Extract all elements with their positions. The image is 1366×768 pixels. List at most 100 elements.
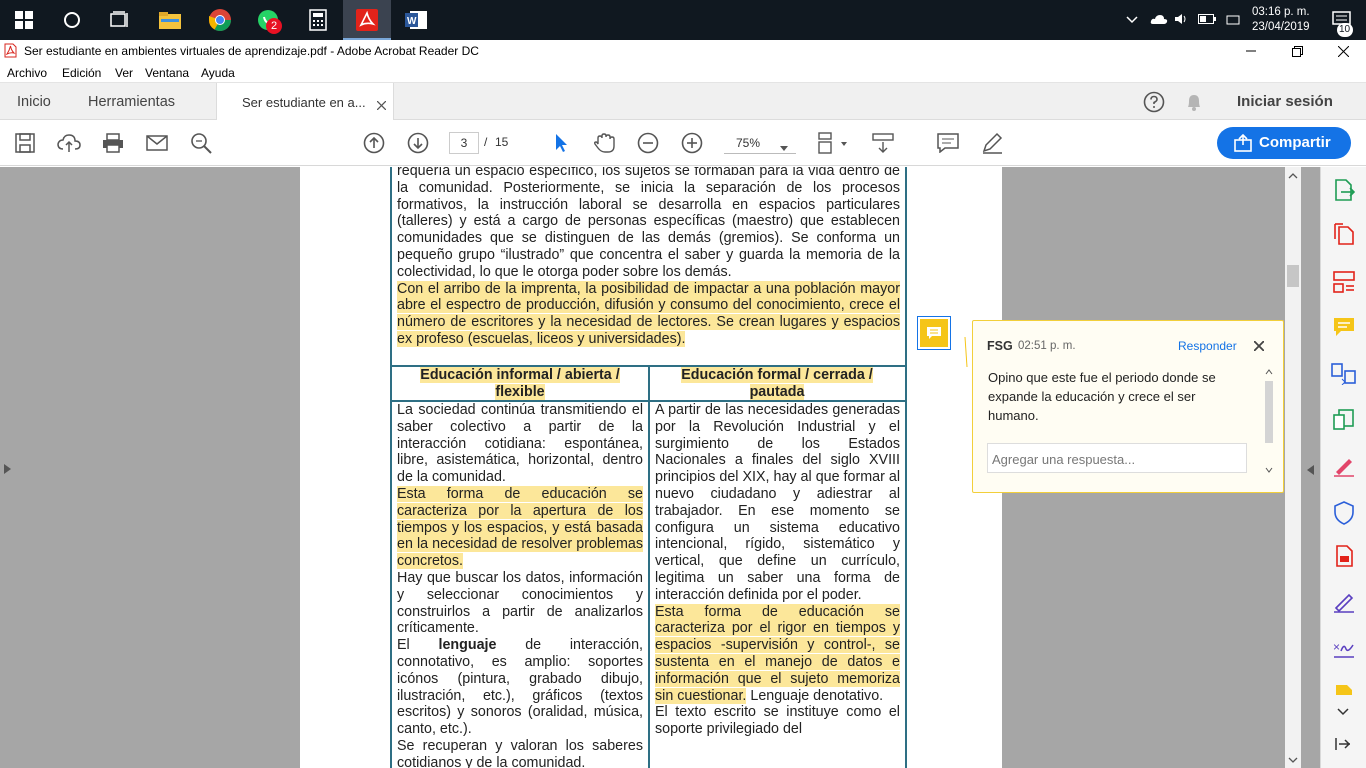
whatsapp-icon[interactable]: 2 [244,0,292,40]
comment-scrollbar[interactable] [1265,369,1273,479]
main-toolbar: 3 / 15 75% Compartir [0,120,1366,166]
send-pdf-icon[interactable] [1333,545,1355,572]
reply-placeholder: Agregar una respuesta... [992,452,1136,467]
windows-start-icon[interactable] [0,0,48,40]
col1-body: La sociedad continúa transmitiendo el sa… [397,402,643,768]
page-number-input[interactable]: 3 [449,132,479,154]
calculator-icon[interactable] [294,0,342,40]
cloud-upload-icon[interactable] [56,120,82,166]
menu-ver[interactable]: Ver [115,66,133,80]
reply-input[interactable]: Agregar una respuesta... [987,443,1247,473]
organize-pages-icon[interactable] [1333,409,1355,436]
notifications-bell-icon[interactable] [1185,92,1203,117]
left-pane-toggle-icon[interactable] [4,461,11,479]
tools-pane: × [1320,167,1366,768]
create-pdf-icon[interactable] [1333,223,1355,250]
col2-paragraph-2-tail: Lenguaje denotativo. [746,687,884,704]
reply-link[interactable]: Responder [1178,339,1237,353]
menu-bar: Archivo Edición Ver Ventana Ayuda [0,62,1366,82]
tab-document[interactable]: Ser estudiante en a... [216,83,394,121]
chevron-down-icon [780,140,788,154]
menu-ventana[interactable]: Ventana [145,66,189,80]
clock-time: 03:16 p. m. [1252,6,1310,18]
tab-inicio[interactable]: Inicio [17,94,51,110]
sign-icon[interactable] [1333,591,1355,618]
intro-paragraph-1: requería un espacio específico, los suje… [397,167,900,280]
close-tab-icon[interactable] [376,97,387,115]
volume-icon[interactable] [1174,12,1194,29]
onedrive-icon[interactable] [1150,13,1170,28]
whatsapp-badge: 2 [266,18,282,34]
col2-header: Educación formal / cerrada / pautada [657,367,897,401]
file-explorer-icon[interactable] [146,0,194,40]
col1-paragraph-2-highlight: Esta forma de educación se caracteriza p… [397,485,643,570]
next-page-icon[interactable] [406,120,430,166]
tab-herramientas[interactable]: Herramientas [88,94,175,110]
expand-pane-icon[interactable] [1335,737,1351,756]
print-icon[interactable] [100,120,126,166]
send-for-signature-icon[interactable]: × [1333,637,1355,664]
comment-bubble-icon [920,319,948,347]
protect-icon[interactable] [1333,501,1355,530]
close-window-button[interactable] [1328,40,1358,62]
acrobat-taskbar-icon[interactable] [343,0,391,40]
tools-scroll-down-icon[interactable] [1337,703,1349,721]
vertical-scrollbar[interactable] [1285,167,1301,768]
tab-bar: Inicio Herramientas Ser estudiante en a.… [0,82,1366,121]
select-cursor-icon[interactable] [550,120,572,166]
page-separator: / [484,135,488,149]
zoom-out-icon[interactable] [636,120,660,166]
col1-paragraph-4-bold: lenguaje [438,637,497,654]
help-icon[interactable] [1143,91,1165,118]
scroll-thumb[interactable] [1287,265,1299,287]
restore-button[interactable] [1282,40,1312,62]
svg-text:W: W [407,16,417,27]
menu-archivo[interactable]: Archivo [7,66,47,80]
word-icon[interactable]: W [392,0,440,40]
notification-center-icon[interactable]: 10 [1331,5,1356,37]
menu-ayuda[interactable]: Ayuda [201,66,235,80]
comment-author: FSG [987,339,1013,353]
sticky-note-annotation[interactable] [917,316,951,350]
search-circle-icon[interactable] [48,0,96,40]
intro-text: requería un espacio específico, los suje… [397,167,900,348]
col1-paragraph-3: Hay que buscar los datos, información y … [397,569,643,637]
col2-paragraph-1: A partir de las necesidades generadas po… [655,402,900,603]
zoom-select[interactable]: 75% [724,132,796,154]
comment-pane-icon[interactable] [1333,317,1355,342]
edit-pdf-icon[interactable] [1333,271,1355,298]
comment-tool-icon[interactable] [935,120,961,166]
right-pane-collapse-icon[interactable] [1307,462,1314,480]
fill-sign-icon[interactable] [1333,455,1355,482]
svg-text:×: × [1333,640,1340,654]
minimize-button[interactable] [1236,40,1266,62]
zoom-in-icon[interactable] [680,120,704,166]
comment-scroll-thumb[interactable] [1265,381,1273,443]
task-view-icon[interactable] [96,0,144,40]
page-fit-icon[interactable] [814,120,848,166]
chrome-icon[interactable] [196,0,244,40]
export-pdf-icon[interactable] [1333,179,1356,206]
search-text-icon[interactable] [188,120,214,166]
acrobat-app-icon [4,43,17,61]
hand-tool-icon[interactable] [591,120,617,166]
email-icon[interactable] [144,120,170,166]
combine-files-icon[interactable] [1331,363,1357,390]
col1-paragraph-4a: El [397,637,439,654]
total-pages: 15 [495,135,509,149]
signin-button[interactable]: Iniciar sesión [1237,93,1333,110]
col1-header: Educación informal / abierta / flexible [400,367,640,401]
share-button[interactable]: Compartir [1217,127,1351,159]
taskbar: 2 W 03:16 p. m. 23/04/2019 10 [0,0,1366,40]
more-tools-icon[interactable] [1335,683,1353,701]
menu-edicion[interactable]: Edición [62,66,101,80]
battery-icon[interactable] [1198,13,1220,27]
close-comment-icon[interactable] [1253,340,1265,354]
keyboard-icon[interactable] [1226,12,1242,29]
previous-page-icon[interactable] [362,120,386,166]
pen-tool-icon[interactable] [979,120,1005,166]
clock[interactable]: 03:16 p. m. 23/04/2019 [1252,5,1310,35]
chevron-up-icon[interactable] [1126,13,1142,27]
save-icon[interactable] [12,120,38,166]
scroll-mode-icon[interactable] [870,120,896,166]
